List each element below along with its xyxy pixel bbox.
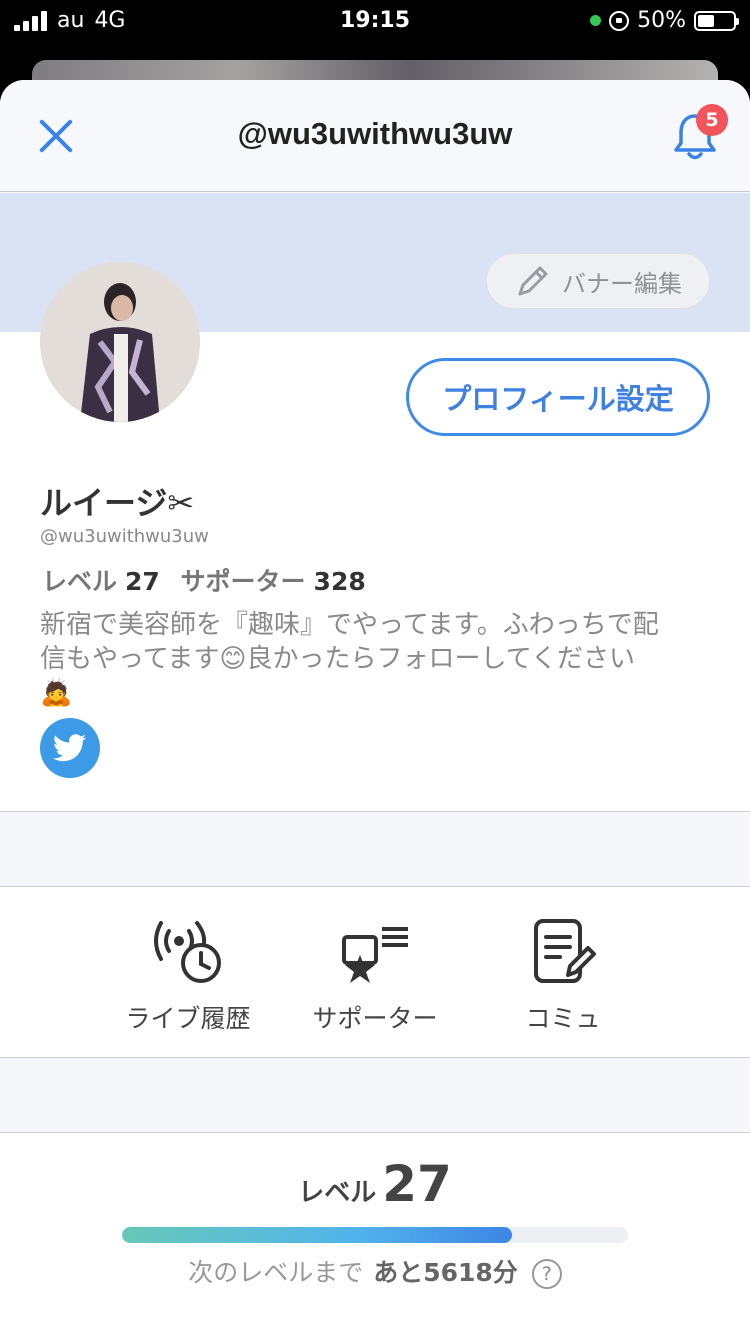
bio-line: 新宿で美容師を『趣味』でやってます。ふわっちで配 xyxy=(40,610,659,640)
status-right: 50% xyxy=(590,8,739,33)
camera-indicator-icon xyxy=(590,15,602,26)
supporter-value: 328 xyxy=(313,567,366,596)
live-history-icon xyxy=(154,921,221,983)
help-icon[interactable]: ? xyxy=(531,1259,562,1289)
remaining-time: あと5618分 xyxy=(373,1258,518,1287)
level-heading: レベル 27 xyxy=(0,1155,750,1213)
supporter-icon xyxy=(342,927,408,983)
display-name: ルイージ✂︎ xyxy=(40,484,195,522)
notification-badge: 5 xyxy=(696,104,728,136)
bio-line: 🙇 xyxy=(40,678,73,708)
user-handle: @wu3uwithwu3uw xyxy=(40,526,209,547)
profile-stats: レベル 27 サポーター 328 xyxy=(42,562,378,598)
banner-edit-button[interactable]: バナー編集 xyxy=(486,253,710,309)
profile-settings-button[interactable]: プロフィール設定 xyxy=(406,358,710,436)
level-section: レベル 27 次のレベルまで あと5618分? xyxy=(0,1132,750,1334)
community-icon xyxy=(534,919,596,983)
twitter-link-button[interactable] xyxy=(40,718,100,778)
level-progress-bar xyxy=(122,1227,628,1243)
menu-item-label: サポーター xyxy=(312,1004,438,1033)
level-value: 27 xyxy=(125,567,160,596)
rotation-lock-icon xyxy=(609,10,630,31)
level-progress-fill xyxy=(122,1227,512,1243)
bio-line: 信もやってます😊良かったらフォローしてください xyxy=(40,644,635,674)
menu-item-label: コミュ xyxy=(525,1004,601,1033)
battery-icon xyxy=(694,10,739,31)
menu-item-live-history[interactable]: ライブ履歴 xyxy=(98,887,278,1059)
profile-sheet: @wu3uwithwu3uw 5 バナー編集 プロフィール設定 ルイージ✂︎ @… xyxy=(0,80,750,1334)
supporter-label: サポーター xyxy=(180,567,306,596)
profile-body: プロフィール設定 ルイージ✂︎ @wu3uwithwu3uw レベル 27 サポー… xyxy=(0,262,750,812)
page-title: @wu3uwithwu3uw xyxy=(237,116,513,151)
level-label: レベル xyxy=(42,567,118,596)
profile-bio: 新宿で美容師を『趣味』でやってます。ふわっちで配 信もやってます😊良かったらフォ… xyxy=(40,608,720,710)
level-heading-value: 27 xyxy=(382,1155,452,1213)
menu-item-supporters[interactable]: サポーター xyxy=(285,887,465,1059)
pencil-icon xyxy=(518,266,548,296)
avatar-photo xyxy=(40,262,200,422)
menu-item-label: ライブ履歴 xyxy=(125,1004,251,1033)
avatar[interactable] xyxy=(40,262,200,422)
menu-item-community[interactable]: コミュ xyxy=(473,887,653,1059)
battery-percent: 50% xyxy=(637,8,686,33)
next-level-label: 次のレベルまで xyxy=(188,1258,364,1287)
next-level-info: 次のレベルまで あと5618分? xyxy=(0,1253,750,1289)
twitter-bird-icon xyxy=(53,734,87,762)
status-bar: au 4G 19:15 50% xyxy=(0,0,750,42)
profile-menu: ライブ履歴 サポーター コミュ xyxy=(0,886,750,1058)
banner-edit-label: バナー編集 xyxy=(562,269,682,298)
sheet-header: @wu3uwithwu3uw 5 xyxy=(0,80,750,192)
level-heading-label: レベル xyxy=(298,1178,377,1208)
